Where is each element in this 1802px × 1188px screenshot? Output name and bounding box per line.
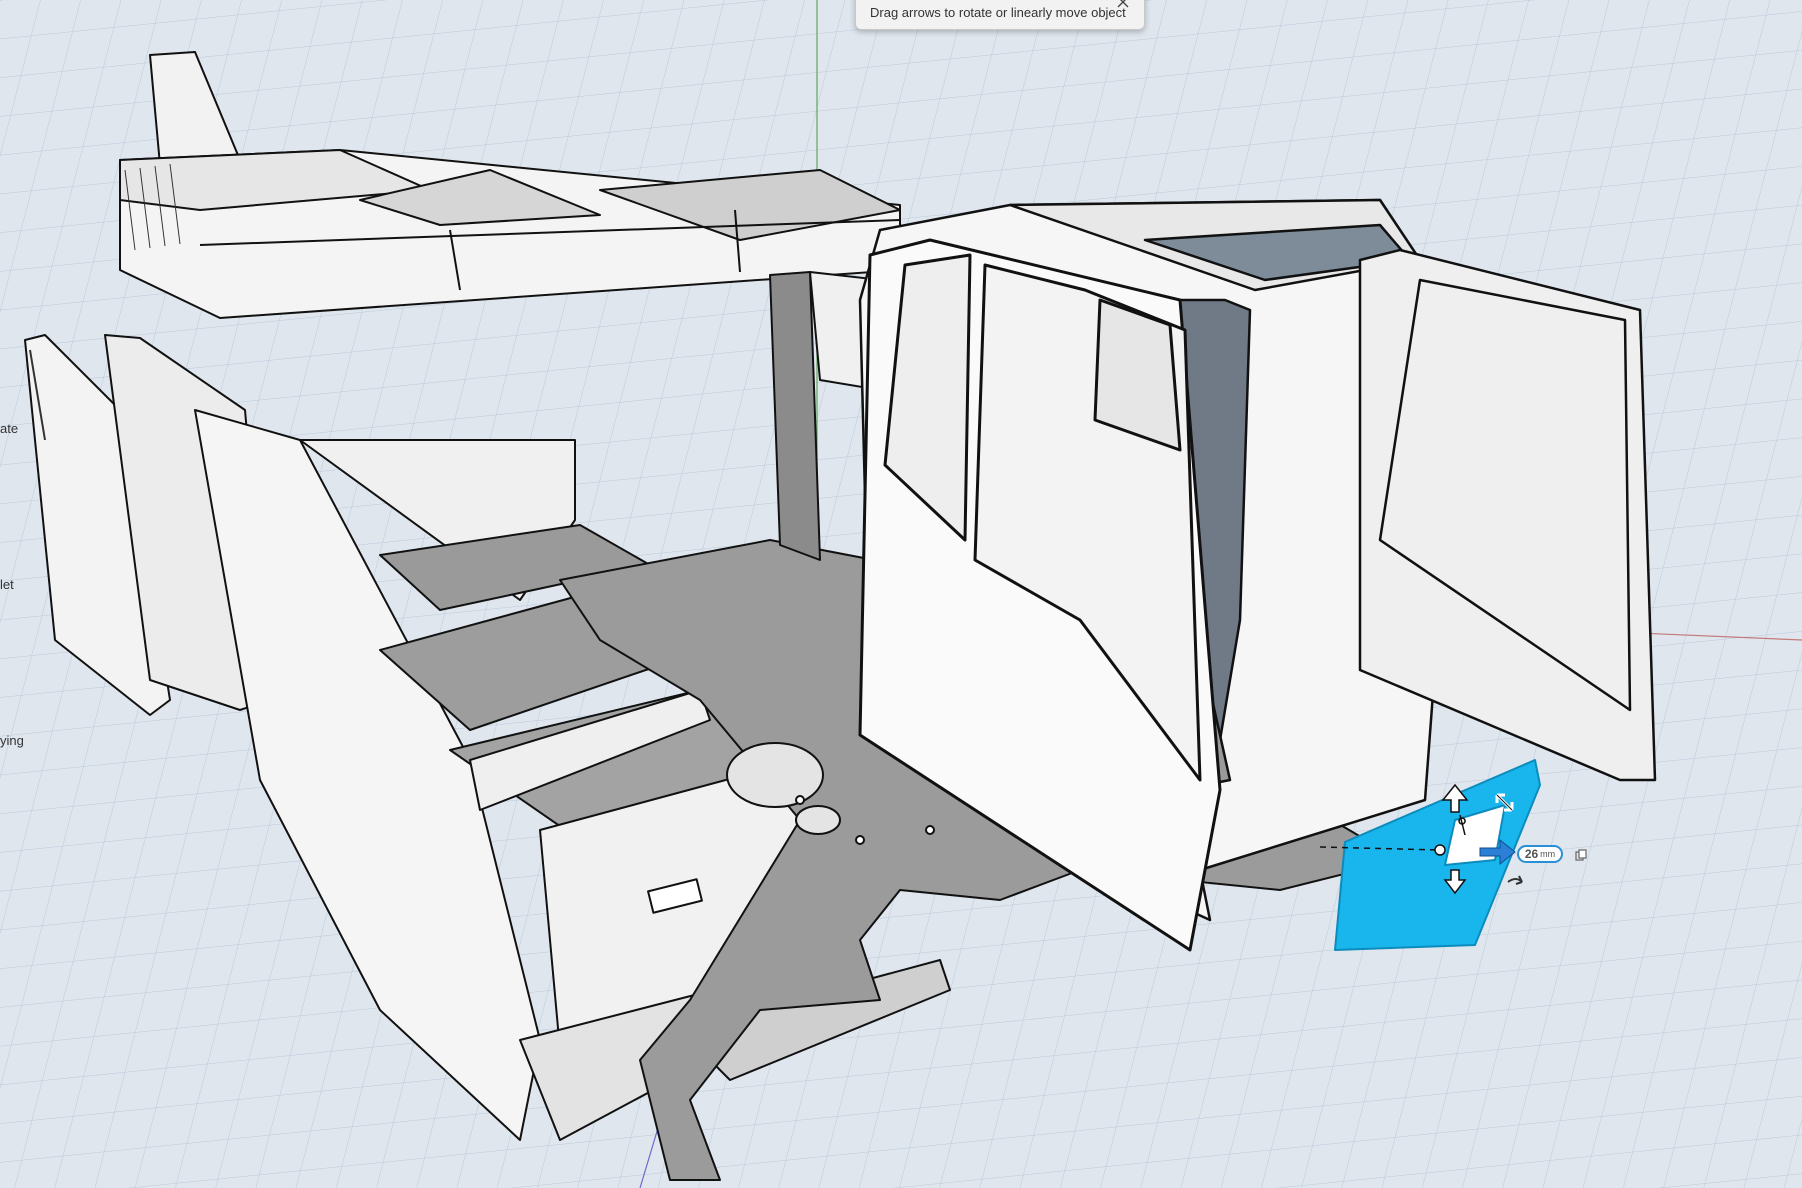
distance-unit: mm <box>1540 849 1556 859</box>
3d-viewport[interactable] <box>0 0 1802 1188</box>
gizmo-pivot[interactable] <box>1434 844 1446 856</box>
distance-value: 26 <box>1524 847 1539 861</box>
side-label-3: ying <box>0 733 24 748</box>
hint-tooltip-text: Drag arrows to rotate or linearly move o… <box>870 4 1126 20</box>
close-icon[interactable] <box>1114 0 1134 15</box>
distance-input[interactable]: 26 mm <box>1517 845 1563 863</box>
copy-icon[interactable] <box>1574 848 1588 862</box>
side-label-2: let <box>0 577 14 592</box>
hint-tooltip: Drag arrows to rotate or linearly move o… <box>855 0 1145 30</box>
side-label-1: ate <box>0 421 19 436</box>
